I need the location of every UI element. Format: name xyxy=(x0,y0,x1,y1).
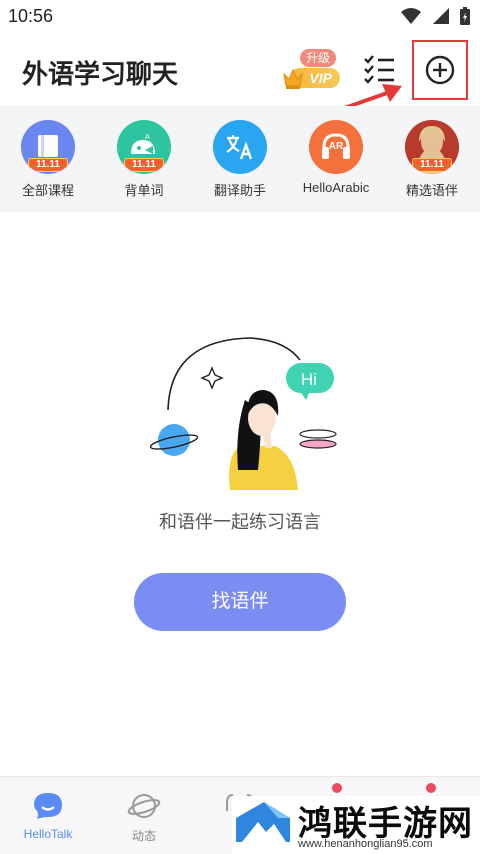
nav-item-translator[interactable]: 翻译助手 xyxy=(192,120,288,212)
nav-label: HelloArabic xyxy=(302,180,370,195)
promo-tag: 11.11 xyxy=(28,158,68,172)
svg-text:A: A xyxy=(145,134,150,141)
chat-bubble-icon xyxy=(34,793,62,819)
nav-circle: AR xyxy=(309,120,363,174)
battery-icon xyxy=(460,7,470,25)
language-partner-illustration: Hi xyxy=(150,337,337,490)
nav-label: 背单词 xyxy=(124,183,164,198)
nav-circle: 11.11 xyxy=(21,120,75,174)
notification-dot xyxy=(426,783,436,793)
planet-icon xyxy=(127,794,161,818)
tab-label: HelloTalk xyxy=(23,827,73,841)
nav-label: 精选语伴 xyxy=(405,183,458,198)
quick-nav: 11.11 全部课程 A 11.11 背单词 翻译助手 AR HelloArab… xyxy=(0,106,480,212)
vip-upgrade-label: 升级 xyxy=(300,49,336,67)
signal-icon xyxy=(433,8,449,24)
nav-item-vocabulary[interactable]: A 11.11 背单词 xyxy=(96,120,192,212)
crown-icon xyxy=(283,68,303,89)
promo-tag: 11.11 xyxy=(412,158,452,172)
watermark-url: www.henanhonglian95.com xyxy=(298,838,433,850)
translate-icon xyxy=(226,135,253,160)
tab-moments[interactable]: 动态 xyxy=(96,777,192,854)
nav-circle: 11.11 xyxy=(405,120,459,174)
notification-dot xyxy=(332,783,342,793)
hi-bubble-text: Hi xyxy=(301,370,317,389)
wifi-icon xyxy=(401,8,421,24)
watermark: 鸿联手游网 www.henanhonglian95.com xyxy=(232,796,480,854)
tab-hellotalk[interactable]: HelloTalk xyxy=(0,777,96,854)
ar-badge-text: AR xyxy=(328,141,344,152)
status-bar: 10:56 xyxy=(0,0,480,32)
tab-label: 动态 xyxy=(131,829,156,843)
nav-label: 翻译助手 xyxy=(213,183,266,198)
add-button[interactable] xyxy=(412,40,468,100)
status-icons xyxy=(400,7,470,25)
nav-item-courses[interactable]: 11.11 全部课程 xyxy=(0,120,96,212)
empty-state-text: 和语伴一起练习语言 xyxy=(159,512,321,532)
find-partner-button[interactable]: 找语伴 xyxy=(134,573,346,631)
task-list-icon[interactable] xyxy=(363,54,395,84)
page-title: 外语学习聊天 xyxy=(22,59,179,89)
status-time: 10:56 xyxy=(8,5,54,26)
promo-tag: 11.11 xyxy=(124,158,164,172)
nav-item-featured-partner[interactable]: 11.11 精选语伴 xyxy=(384,120,480,212)
nav-item-helloarabic[interactable]: AR HelloArabic xyxy=(288,120,384,212)
vip-upgrade-button[interactable]: 升级 VIP xyxy=(282,46,342,94)
nav-circle xyxy=(213,120,267,174)
watermark-logo-icon xyxy=(236,802,290,842)
nav-circle: A 11.11 xyxy=(117,120,171,174)
header: 外语学习聊天 升级 VIP xyxy=(0,32,480,106)
plus-circle-icon xyxy=(425,55,455,85)
nav-label: 全部课程 xyxy=(21,183,74,198)
